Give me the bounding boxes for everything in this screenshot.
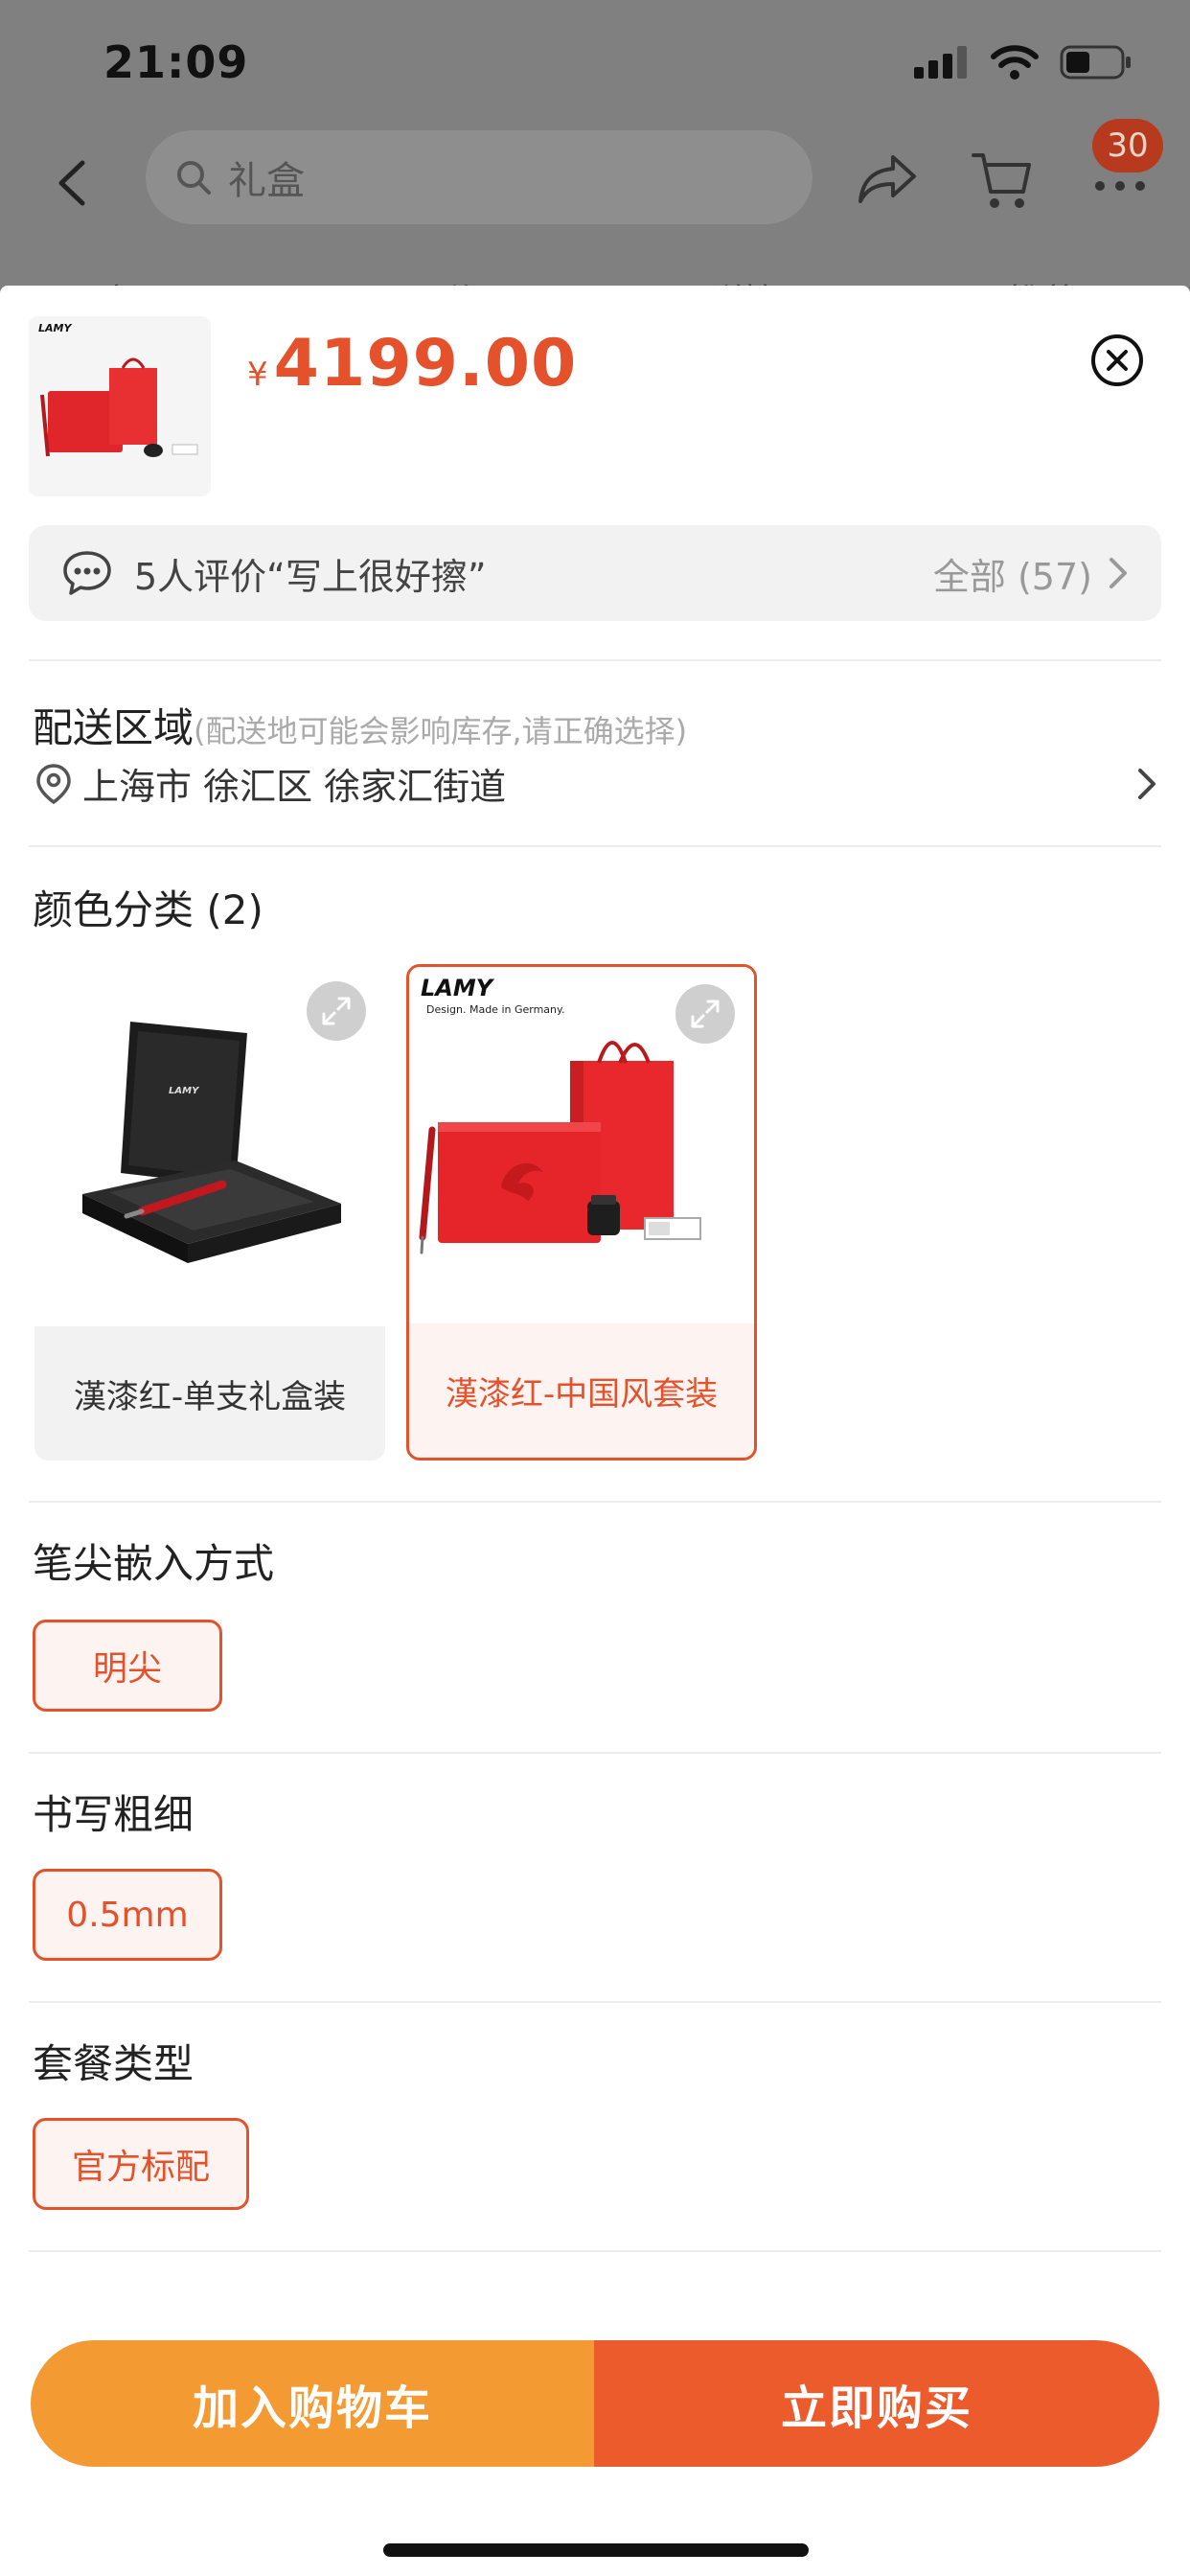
address-text: 上海市 徐汇区 徐家汇街道 — [82, 766, 507, 808]
thumb-brand-logo: LAMY — [38, 322, 72, 334]
box-brand-logo: LAMY — [169, 1086, 200, 1096]
chevron-right-icon — [1110, 558, 1127, 588]
close-icon[interactable] — [1090, 334, 1144, 387]
color-option-chinese-style-set[interactable]: LAMY Design. Made in Germany. 漢漆红-中国风套装 — [406, 964, 757, 1460]
address-selector[interactable]: 上海市 徐汇区 徐家汇街道 — [33, 757, 1157, 810]
nib-option-chip[interactable]: 明尖 — [33, 1620, 222, 1712]
status-icons — [914, 44, 1133, 80]
width-option-chip[interactable]: 0.5mm — [33, 1869, 222, 1961]
variant-label: 漢漆红-单支礼盒装 — [34, 1326, 385, 1460]
width-section-title: 书写粗细 — [33, 1791, 195, 1838]
variant-image: LAMY Design. Made in Germany. — [409, 967, 754, 1329]
currency-symbol: ¥ — [247, 356, 268, 394]
buy-now-button[interactable]: 立即购买 — [594, 2340, 1159, 2467]
chevron-right-icon — [1138, 768, 1156, 799]
wifi-icon — [991, 45, 1039, 80]
package-option-chip[interactable]: 官方标配 — [33, 2118, 249, 2210]
color-option-single-gift-box[interactable]: LAMY 漢漆红-单支礼盒装 — [34, 964, 385, 1460]
variant-label: 漢漆红-中国风套装 — [409, 1323, 754, 1458]
location-pin-icon — [36, 763, 71, 804]
set-brand-logo: LAMY — [421, 975, 495, 1001]
expand-icon — [322, 997, 351, 1025]
divider — [29, 2001, 1161, 2003]
delivery-section-title: 配送区域(配送地可能会影响库存,请正确选择) — [33, 696, 687, 754]
set-brand-tagline: Design. Made in Germany. — [426, 1003, 564, 1016]
nib-section-title: 笔尖嵌入方式 — [33, 1540, 275, 1587]
color-section-title: 颜色分类 (2) — [33, 886, 263, 933]
expand-image-button[interactable] — [307, 981, 366, 1041]
battery-icon — [1060, 45, 1131, 80]
status-time: 21:09 — [103, 36, 249, 88]
search-icon — [177, 161, 211, 195]
add-to-cart-button[interactable]: 加入购物车 — [31, 2340, 594, 2467]
review-summary-text: 5人评价“写上很好擦” — [134, 555, 487, 598]
product-thumbnail[interactable]: LAMY — [29, 316, 211, 496]
share-icon[interactable] — [857, 151, 918, 205]
cart-badge: 30 — [1092, 119, 1163, 172]
expand-image-button[interactable] — [675, 984, 735, 1044]
package-section-title: 套餐类型 — [33, 2040, 195, 2087]
home-indicator — [383, 2543, 809, 2557]
price-value: 4199.00 — [273, 326, 578, 402]
divider — [29, 845, 1161, 847]
expand-icon — [691, 1000, 720, 1028]
review-all-link[interactable]: 全部 (57) — [933, 547, 1092, 600]
delivery-title: 配送区域 — [33, 704, 195, 751]
signal-icon — [914, 46, 967, 79]
background-page: 21:09 礼盒 30 — [0, 0, 1190, 289]
cart-icon[interactable] — [970, 150, 1033, 211]
delivery-hint: (配送地可能会影响库存,请正确选择) — [194, 713, 688, 749]
sku-selection-sheet: LAMY ¥ 4199.00 5人评价“写上很好擦” 全部 (57) 配送区域(… — [0, 286, 1190, 2576]
search-placeholder: 礼盒 — [228, 159, 305, 203]
variant-image: LAMY — [34, 964, 385, 1326]
review-summary-bar[interactable]: 5人评价“写上很好擦” 全部 (57) — [29, 525, 1161, 621]
divider — [29, 2250, 1161, 2252]
action-bar: 加入购物车 立即购买 — [31, 2340, 1159, 2467]
divider — [29, 659, 1161, 661]
price: ¥ 4199.00 — [247, 326, 577, 402]
product-thumbnail-image: LAMY — [29, 316, 211, 496]
divider — [29, 1501, 1161, 1503]
chat-bubble-icon — [63, 551, 111, 595]
back-arrow-icon[interactable] — [56, 159, 88, 207]
divider — [29, 1752, 1161, 1754]
search-bar[interactable]: 礼盒 — [146, 130, 812, 224]
